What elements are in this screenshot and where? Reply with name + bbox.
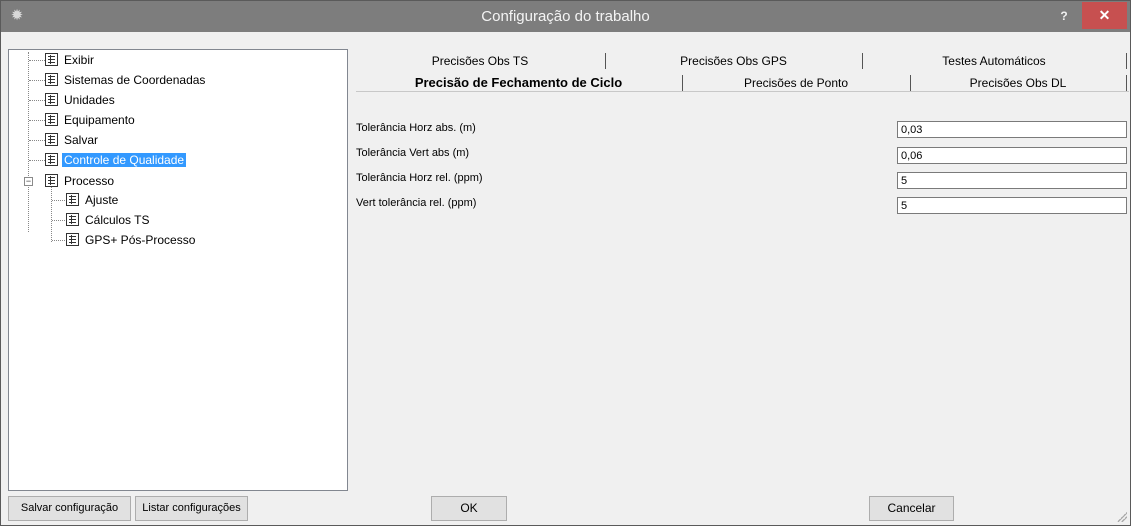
tree-item-unidades[interactable]: Unidades xyxy=(45,91,117,109)
tab-separator xyxy=(1126,53,1127,69)
button-bar: Salvar configuração Listar configurações… xyxy=(1,493,1130,525)
tree-item-label: Cálculos TS xyxy=(85,213,150,227)
tree-connector xyxy=(29,60,45,61)
tolerancia-horz-abs-field[interactable] xyxy=(897,121,1127,138)
vert-tolerancia-rel-field[interactable] xyxy=(897,197,1127,214)
resize-grip-icon[interactable] xyxy=(1117,512,1127,522)
tree-connector xyxy=(29,100,45,101)
tolerancia-horz-abs-label: Tolerância Horz abs. (m) xyxy=(356,122,476,134)
tree-item-exibir[interactable]: Exibir xyxy=(45,51,96,69)
tree-connector xyxy=(29,80,45,81)
tree-item-label: Exibir xyxy=(64,53,95,67)
list-icon xyxy=(45,73,58,87)
tab-precisao-fechamento-ciclo[interactable]: Precisão de Fechamento de Ciclo xyxy=(356,73,681,93)
list-icon xyxy=(66,193,79,207)
tab-panel: Tolerância Horz abs. (m) Tolerância Vert… xyxy=(356,91,1129,491)
tree-item-label: Unidades xyxy=(64,93,115,107)
settings-tree[interactable]: Exibir Sistemas de Coordenadas Unidades … xyxy=(8,49,348,491)
tab-precisoes-obs-ts[interactable]: Precisões Obs TS xyxy=(356,51,604,71)
title-bar[interactable]: ✹ Configuração do trabalho ? ✕ xyxy=(1,1,1130,32)
help-button[interactable]: ? xyxy=(1049,5,1079,27)
dialog-window: ✹ Configuração do trabalho ? ✕ Exibir Si… xyxy=(0,0,1131,526)
tree-item-label: Equipamento xyxy=(64,113,135,127)
tree-item-controle-de-qualidade[interactable]: Controle de Qualidade xyxy=(45,151,188,169)
tree-item-gps-pos-processo[interactable]: GPS+ Pós-Processo xyxy=(66,231,197,249)
collapse-toggle[interactable]: − xyxy=(24,177,33,186)
tree-connector xyxy=(52,200,65,201)
tree-item-label: GPS+ Pós-Processo xyxy=(85,233,196,247)
tree-connector xyxy=(29,160,45,161)
tab-row-1: Precisões Obs TS Precisões Obs GPS Teste… xyxy=(356,51,1129,71)
list-icon xyxy=(45,113,58,127)
tolerancia-vert-abs-field[interactable] xyxy=(897,147,1127,164)
close-button[interactable]: ✕ xyxy=(1082,2,1127,29)
tree-connector xyxy=(28,52,29,232)
list-icon xyxy=(45,53,58,67)
list-icon xyxy=(45,93,58,107)
tolerancia-horz-rel-label: Tolerância Horz rel. (ppm) xyxy=(356,172,483,184)
cancel-button[interactable]: Cancelar xyxy=(869,496,954,521)
tab-precisoes-obs-gps[interactable]: Precisões Obs GPS xyxy=(606,51,861,71)
tree-item-equipamento[interactable]: Equipamento xyxy=(45,111,137,129)
tree-connector xyxy=(29,120,45,121)
tree-connector xyxy=(52,240,65,241)
list-icon xyxy=(66,233,79,247)
ok-button[interactable]: OK xyxy=(431,496,507,521)
tree-item-calculos-ts[interactable]: Cálculos TS xyxy=(66,211,151,229)
list-icon xyxy=(45,133,58,147)
save-config-button[interactable]: Salvar configuração xyxy=(8,496,131,521)
tree-item-ajuste[interactable]: Ajuste xyxy=(66,191,120,209)
list-icon xyxy=(45,174,58,188)
tab-separator xyxy=(1126,75,1127,91)
tree-item-processo[interactable]: Processo xyxy=(45,172,116,190)
tab-row-2: Precisão de Fechamento de Ciclo Precisõe… xyxy=(356,73,1129,93)
list-icon xyxy=(45,153,58,167)
tree-item-sistemas-de-coordenadas[interactable]: Sistemas de Coordenadas xyxy=(45,71,207,89)
tolerancia-horz-rel-field[interactable] xyxy=(897,172,1127,189)
tree-item-label: Ajuste xyxy=(85,193,119,207)
tab-testes-automaticos[interactable]: Testes Automáticos xyxy=(863,51,1125,71)
tolerancia-vert-abs-label: Tolerância Vert abs (m) xyxy=(356,147,470,159)
tree-connector xyxy=(52,220,65,221)
tree-item-label: Salvar xyxy=(64,133,99,147)
list-icon xyxy=(66,213,79,227)
tree-item-salvar[interactable]: Salvar xyxy=(45,131,100,149)
tab-precisoes-de-ponto[interactable]: Precisões de Ponto xyxy=(683,73,909,93)
tree-item-label: Controle de Qualidade xyxy=(60,152,188,168)
window-title: Configuração do trabalho xyxy=(481,8,650,25)
list-configs-button[interactable]: Listar configurações xyxy=(135,496,248,521)
tree-connector xyxy=(29,140,45,141)
vert-tolerancia-rel-label: Vert tolerância rel. (ppm) xyxy=(356,197,477,209)
tree-connector xyxy=(51,186,52,242)
tab-precisoes-obs-dl[interactable]: Precisões Obs DL xyxy=(911,73,1125,93)
tree-item-label: Processo xyxy=(64,174,115,188)
tree-item-label: Sistemas de Coordenadas xyxy=(64,73,206,87)
